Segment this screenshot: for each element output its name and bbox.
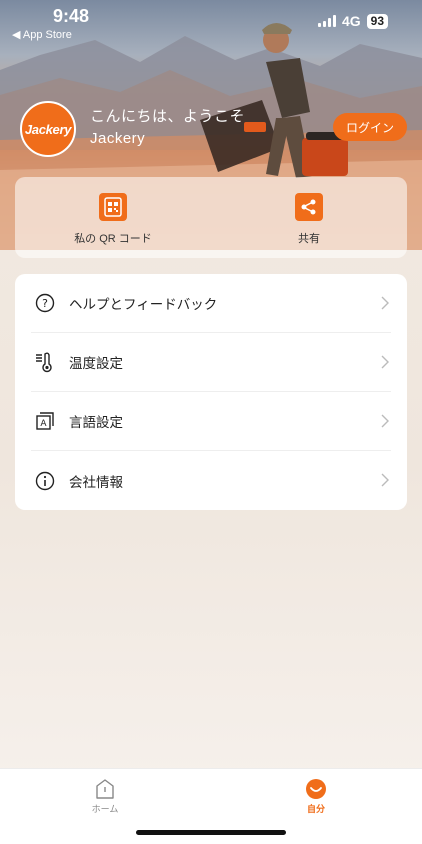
greeting-line2: Jackery [90, 130, 146, 147]
quick-actions-card: 私の QR コード 共有 [15, 177, 407, 258]
menu-item-company-info-label: 会社情報 [69, 474, 123, 490]
tab-me-label: 自分 [306, 804, 325, 814]
share-icon [295, 193, 323, 221]
status-indicators: 4G 93 [317, 13, 388, 29]
jackery-logo: Jackery [24, 121, 72, 137]
battery-icon: 93 [366, 13, 388, 29]
share-button[interactable]: 共有 [211, 177, 407, 258]
help-icon: ? [33, 291, 57, 315]
me-icon [306, 779, 326, 799]
menu-item-company-info[interactable]: 会社情報 [31, 451, 391, 510]
qr-code-label: 私の QR コード [74, 233, 152, 245]
settings-menu: ? ヘルプとフィードバック 温度設定 A 言語設定 会社情報 [15, 274, 407, 510]
login-button[interactable]: ログイン [333, 113, 407, 141]
tab-home-label: ホーム [91, 804, 119, 814]
back-to-app-store-link[interactable]: ◀ App Store [12, 28, 72, 41]
chevron-right-icon [381, 355, 389, 369]
language-icon: A [33, 409, 57, 433]
menu-item-temperature-label: 温度設定 [69, 356, 123, 371]
menu-item-help[interactable]: ? ヘルプとフィードバック [31, 274, 391, 333]
avatar[interactable]: Jackery [20, 101, 76, 157]
home-icon [96, 779, 114, 799]
greeting-line1: こんにちは、ようこそ [90, 108, 246, 125]
network-type: 4G [341, 13, 361, 29]
menu-item-language-label: 言語設定 [69, 415, 123, 430]
greeting: こんにちは、ようこそ Jackery [90, 106, 245, 150]
svg-text:?: ? [42, 297, 48, 310]
status-time: 9:48 [53, 6, 90, 26]
menu-item-help-label: ヘルプとフィードバック [69, 297, 218, 312]
menu-item-language[interactable]: A 言語設定 [31, 392, 391, 451]
qr-code-icon [99, 193, 127, 221]
chevron-right-icon [381, 414, 389, 428]
chevron-right-icon [381, 473, 389, 487]
chevron-right-icon [381, 296, 389, 310]
menu-item-temperature[interactable]: 温度設定 [31, 333, 391, 392]
signal-icon [317, 15, 336, 27]
share-label: 共有 [298, 233, 320, 245]
tab-home[interactable]: ホーム [75, 778, 135, 815]
thermometer-icon [33, 350, 57, 374]
info-icon [33, 469, 57, 493]
home-indicator [136, 830, 286, 835]
tab-me[interactable]: 自分 [286, 778, 346, 815]
svg-text:A: A [40, 419, 47, 429]
qr-code-button[interactable]: 私の QR コード [15, 177, 211, 258]
